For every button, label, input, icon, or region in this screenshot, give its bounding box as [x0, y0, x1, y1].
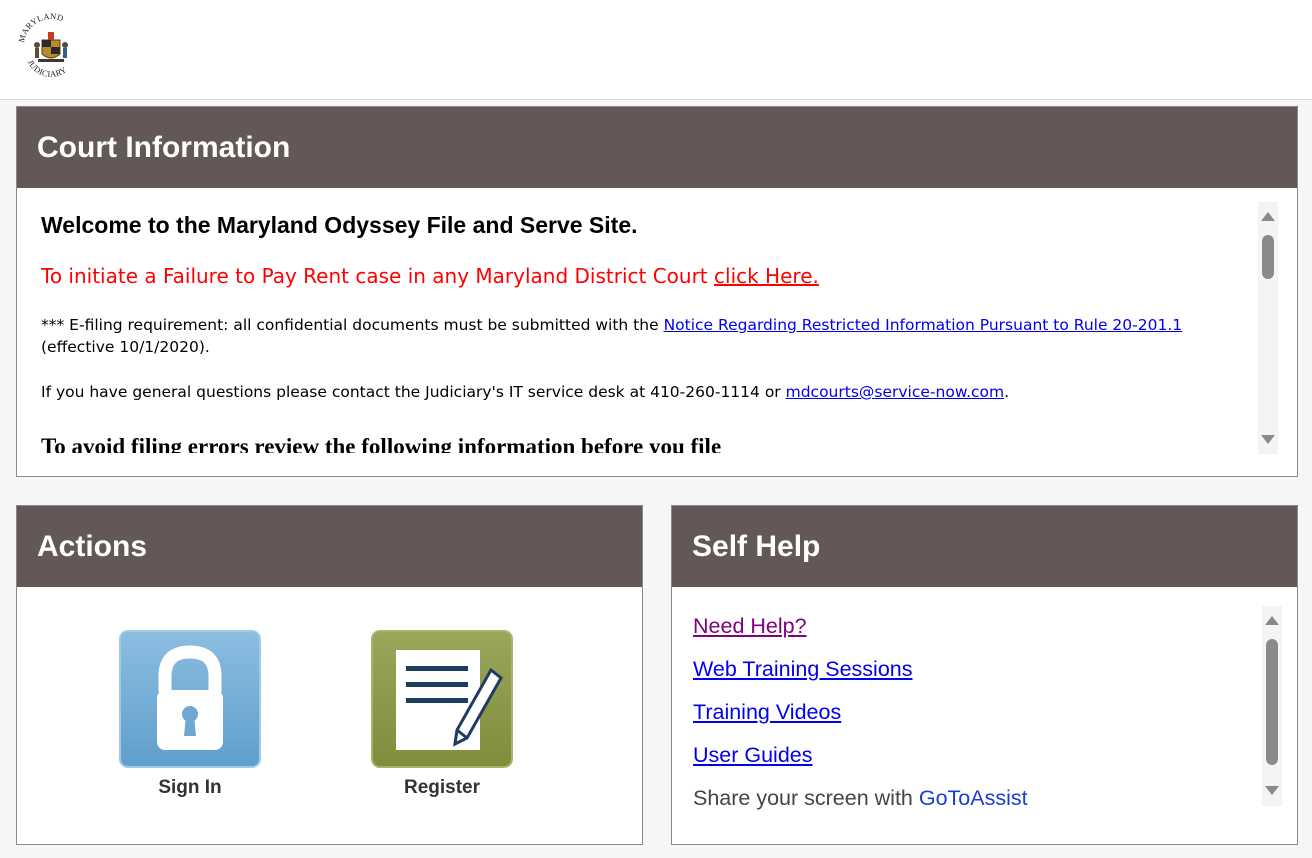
gotoassist-link[interactable]: GoToAssist [919, 786, 1028, 810]
scroll-up-arrow-icon[interactable] [1265, 616, 1279, 625]
list-item: Web Training Sessions [693, 654, 1253, 697]
actions-panel: Actions Sign In Register [16, 505, 643, 845]
self-help-links: Need Help? Web Training Sessions Trainin… [693, 611, 1253, 826]
maryland-judiciary-seal-icon[interactable]: MARYLAND JUDICIARY [16, 11, 84, 88]
scroll-down-arrow-icon[interactable] [1265, 786, 1279, 795]
sign-in-button[interactable]: Sign In [115, 630, 265, 799]
scroll-down-arrow-icon[interactable] [1261, 435, 1275, 444]
questions-end: . [1004, 383, 1010, 401]
self-help-title: Self Help [672, 506, 1297, 587]
questions-text: If you have general questions please con… [41, 383, 786, 401]
efiling-text: *** E-filing requirement: all confidenti… [41, 316, 664, 334]
register-label[interactable]: Register [367, 777, 517, 799]
actions-title: Actions [17, 506, 642, 587]
scroll-up-arrow-icon[interactable] [1261, 212, 1275, 221]
court-information-scroll-area[interactable]: Welcome to the Maryland Odyssey File and… [41, 208, 1239, 453]
failure-to-pay-notice: To initiate a Failure to Pay Rent case i… [41, 262, 1239, 290]
web-training-sessions-link[interactable]: Web Training Sessions [693, 657, 913, 681]
failure-to-pay-link[interactable]: click Here. [714, 264, 819, 288]
court-information-body: Welcome to the Maryland Odyssey File and… [17, 188, 1297, 476]
scrollbar-thumb[interactable] [1266, 639, 1278, 765]
list-item: User Guides [693, 740, 1253, 783]
list-item: Need Help? [693, 611, 1253, 654]
efiling-effective-text: (effective 10/1/2020). [41, 338, 210, 356]
logo-top-text: MARYLAND [16, 11, 65, 44]
general-questions: If you have general questions please con… [41, 381, 1239, 403]
top-bar: MARYLAND JUDICIARY [0, 0, 1312, 100]
restricted-information-notice-link[interactable]: Notice Regarding Restricted Information … [664, 316, 1183, 334]
service-desk-email-link[interactable]: mdcourts@service-now.com [786, 383, 1005, 401]
padlock-icon[interactable] [119, 630, 261, 768]
self-help-scrollbar[interactable] [1262, 606, 1282, 806]
sign-in-label[interactable]: Sign In [115, 777, 265, 799]
failure-to-pay-text: To initiate a Failure to Pay Rent case i… [41, 264, 715, 288]
user-guides-link[interactable]: User Guides [693, 743, 813, 767]
self-help-panel: Self Help Need Help? Web Training Sessio… [671, 505, 1298, 845]
svg-text:MARYLAND: MARYLAND [18, 12, 65, 44]
document-pen-icon[interactable] [371, 630, 513, 768]
efiling-requirement: *** E-filing requirement: all confidenti… [41, 314, 1239, 358]
register-button[interactable]: Register [367, 630, 517, 799]
welcome-heading: Welcome to the Maryland Odyssey File and… [41, 212, 638, 238]
court-information-scrollbar[interactable] [1258, 202, 1278, 454]
need-help-link[interactable]: Need Help? [693, 614, 807, 638]
list-item: Training Videos [693, 697, 1253, 740]
filing-errors-heading: To avoid filing errors review the follow… [41, 434, 722, 453]
court-information-title: Court Information [17, 107, 1297, 188]
scrollbar-thumb[interactable] [1262, 235, 1274, 279]
share-screen-item: Share your screen with GoToAssist [693, 783, 1253, 826]
court-information-panel: Court Information Welcome to the Marylan… [16, 106, 1298, 477]
training-videos-link[interactable]: Training Videos [693, 700, 841, 724]
share-screen-text: Share your screen with [693, 786, 919, 810]
